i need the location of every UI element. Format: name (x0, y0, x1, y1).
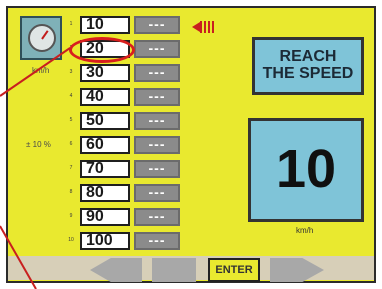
row-index: 5 (69, 117, 73, 123)
row-index: 6 (69, 141, 73, 147)
row-index: 4 (69, 93, 73, 99)
result-cell: --- (134, 160, 180, 178)
row-index: 9 (69, 213, 73, 219)
enter-button[interactable]: ENTER (208, 258, 260, 282)
selected-row-highlight (69, 37, 135, 63)
result-cell: --- (134, 16, 180, 34)
result-cell: --- (134, 136, 180, 154)
reach-speed-panel: REACH THE SPEED (252, 37, 364, 95)
target-speed-unit: km/h (296, 226, 314, 235)
speed-value[interactable]: 40 (80, 88, 130, 106)
reach-speed-text: REACH THE SPEED (255, 48, 361, 82)
target-speed-display: 10 (248, 118, 364, 222)
result-cell: --- (134, 208, 180, 226)
reach-line-1: REACH (279, 48, 337, 65)
tolerance-label: ± 10 % (26, 140, 51, 149)
speed-value[interactable]: 90 (80, 208, 130, 226)
speed-value[interactable]: 100 (80, 232, 130, 250)
target-speed-value: 10 (275, 139, 337, 199)
gauge-box (20, 16, 62, 60)
result-cell: --- (134, 112, 180, 130)
speed-value[interactable]: 30 (80, 64, 130, 82)
row-index: 8 (69, 189, 73, 195)
current-row-marker-icon (192, 21, 216, 33)
row-index: 7 (69, 165, 73, 171)
result-cell: --- (134, 40, 180, 58)
middle-button[interactable] (152, 258, 196, 282)
result-cell: --- (134, 184, 180, 202)
row-index: 3 (69, 69, 73, 75)
speed-value[interactable]: 70 (80, 160, 130, 178)
unit-label: km/h (32, 66, 50, 75)
result-cell: --- (134, 64, 180, 82)
result-cell: --- (134, 232, 180, 250)
row-index: 1 (69, 21, 73, 27)
speed-value[interactable]: 10 (80, 16, 130, 34)
result-cell: --- (134, 88, 180, 106)
speed-value[interactable]: 50 (80, 112, 130, 130)
reach-line-2: THE SPEED (262, 65, 354, 82)
row-index: 10 (68, 237, 74, 243)
speed-value[interactable]: 80 (80, 184, 130, 202)
speed-value[interactable]: 60 (80, 136, 130, 154)
